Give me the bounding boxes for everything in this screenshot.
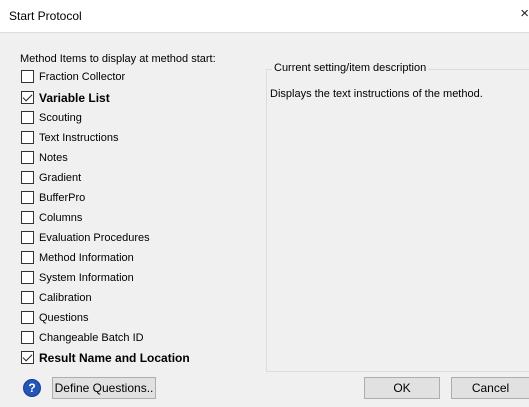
checkbox-label: Notes bbox=[39, 151, 68, 164]
checkbox[interactable] bbox=[21, 311, 34, 324]
window-title: Start Protocol bbox=[9, 9, 82, 23]
checkbox-item-bufferpro[interactable]: BufferPro bbox=[21, 189, 85, 206]
checkbox[interactable] bbox=[21, 251, 34, 264]
define-questions-button[interactable]: Define Questions.. bbox=[52, 377, 156, 399]
checkbox-label: Scouting bbox=[39, 111, 82, 124]
checkbox[interactable] bbox=[21, 211, 34, 224]
checkbox-label: Changeable Batch ID bbox=[39, 331, 144, 344]
checkbox-item-result-name-and-location[interactable]: Result Name and Location bbox=[21, 349, 190, 366]
checkbox-item-system-information[interactable]: System Information bbox=[21, 269, 134, 286]
checkbox[interactable] bbox=[21, 91, 34, 104]
checkbox-item-notes[interactable]: Notes bbox=[21, 149, 68, 166]
checkbox-item-scouting[interactable]: Scouting bbox=[21, 109, 82, 126]
checkbox[interactable] bbox=[21, 231, 34, 244]
checkbox-label: Evaluation Procedures bbox=[39, 231, 150, 244]
checkbox[interactable] bbox=[21, 191, 34, 204]
method-items-label: Method Items to display at method start: bbox=[20, 53, 216, 65]
title-bar: Start Protocol × bbox=[0, 0, 529, 32]
checkbox[interactable] bbox=[21, 111, 34, 124]
checkbox-item-calibration[interactable]: Calibration bbox=[21, 289, 92, 306]
checkbox-label: Columns bbox=[39, 211, 83, 224]
description-group-box bbox=[266, 69, 529, 372]
checkbox[interactable] bbox=[21, 271, 34, 284]
checkbox-label: Calibration bbox=[39, 291, 92, 304]
checkbox-item-gradient[interactable]: Gradient bbox=[21, 169, 81, 186]
checkbox-label: Method Information bbox=[39, 251, 134, 264]
checkbox-item-method-information[interactable]: Method Information bbox=[21, 249, 134, 266]
checkbox[interactable] bbox=[21, 171, 34, 184]
checkbox-item-fraction-collector[interactable]: Fraction Collector bbox=[21, 68, 125, 85]
cancel-button[interactable]: Cancel bbox=[451, 377, 529, 399]
checkbox[interactable] bbox=[21, 331, 34, 344]
checkbox-label: Gradient bbox=[39, 171, 82, 184]
checkbox-label: Fraction Collector bbox=[39, 70, 126, 83]
checkbox-item-columns[interactable]: Columns bbox=[21, 209, 82, 226]
close-icon[interactable]: × bbox=[517, 6, 529, 22]
checkbox-item-changeable-batch-id[interactable]: Changeable Batch ID bbox=[21, 329, 144, 346]
checkbox-label: System Information bbox=[39, 271, 134, 284]
checkbox-item-questions[interactable]: Questions bbox=[21, 309, 89, 326]
checkbox-label: BufferPro bbox=[39, 191, 86, 204]
checkbox-item-text-instructions[interactable]: Text Instructions bbox=[21, 129, 118, 146]
checkbox[interactable] bbox=[21, 131, 34, 144]
checkbox[interactable] bbox=[21, 351, 34, 364]
checkbox[interactable] bbox=[21, 151, 34, 164]
checkbox-item-variable-list[interactable]: Variable List bbox=[21, 89, 110, 106]
description-group-title: Current setting/item description bbox=[272, 62, 429, 74]
checkbox-label: Variable List bbox=[39, 90, 110, 105]
checkbox-label: Result Name and Location bbox=[39, 350, 190, 365]
ok-button[interactable]: OK bbox=[364, 377, 440, 399]
checkbox-label: Questions bbox=[39, 311, 89, 324]
description-text: Displays the text instructions of the me… bbox=[270, 88, 483, 100]
checkbox[interactable] bbox=[21, 291, 34, 304]
checkbox[interactable] bbox=[21, 70, 34, 83]
checkbox-item-evaluation-procedures[interactable]: Evaluation Procedures bbox=[21, 229, 150, 246]
checkbox-label: Text Instructions bbox=[39, 131, 119, 144]
help-icon[interactable]: ? bbox=[23, 379, 41, 397]
